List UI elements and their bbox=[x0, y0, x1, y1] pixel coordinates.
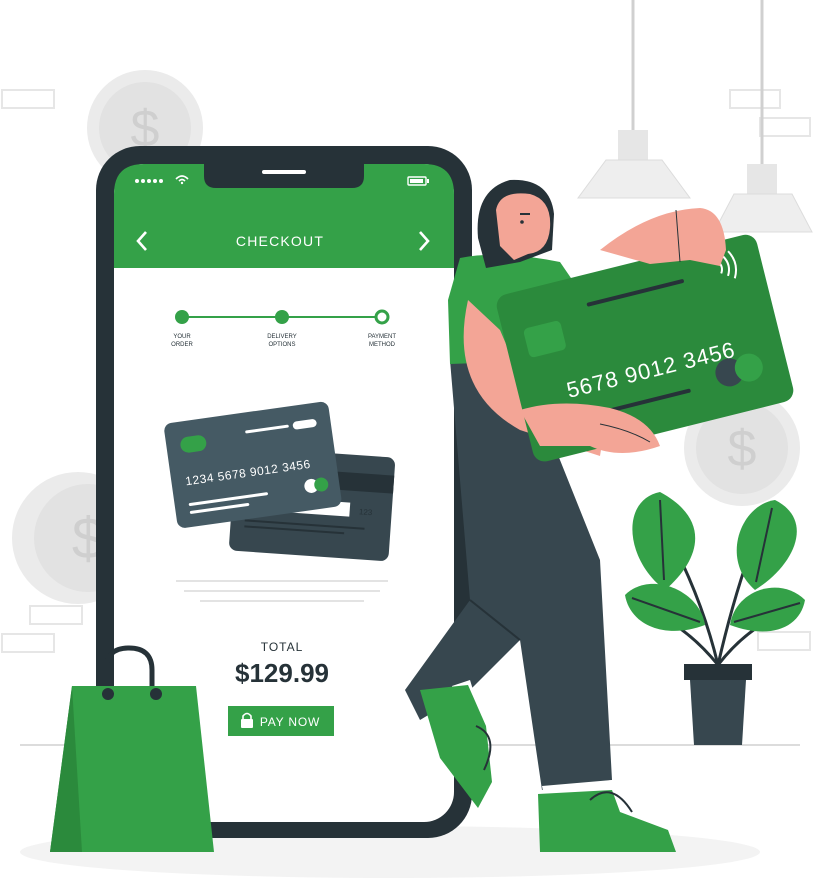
step-label: DELIVERY bbox=[267, 334, 297, 340]
step-label: YOUR bbox=[173, 334, 191, 340]
pay-now-label: PAY NOW bbox=[260, 715, 320, 729]
total-amount: $129.99 bbox=[235, 658, 329, 688]
step-dot-delivery-options[interactable] bbox=[275, 310, 289, 324]
checkout-illustration: $ $ $ CHECKOUT YOUR ORDER DELIVERY OPTIO… bbox=[0, 0, 819, 890]
page-title: CHECKOUT bbox=[236, 233, 324, 249]
step-label: ORDER bbox=[171, 342, 193, 348]
pendant-lamp-icon bbox=[577, 0, 691, 199]
step-dot-your-order[interactable] bbox=[175, 310, 189, 324]
pendant-lamp-icon bbox=[713, 0, 813, 233]
step-label: METHOD bbox=[369, 342, 396, 348]
card-cvv: 123 bbox=[359, 507, 373, 517]
step-dot-payment-method[interactable] bbox=[374, 309, 390, 325]
total-label: TOTAL bbox=[261, 640, 304, 654]
svg-text:$: $ bbox=[728, 420, 757, 478]
potted-plant-icon bbox=[625, 492, 805, 745]
step-label: PAYMENT bbox=[368, 334, 396, 340]
step-label: OPTIONS bbox=[268, 342, 295, 348]
pay-now-button[interactable]: PAY NOW bbox=[228, 706, 334, 736]
